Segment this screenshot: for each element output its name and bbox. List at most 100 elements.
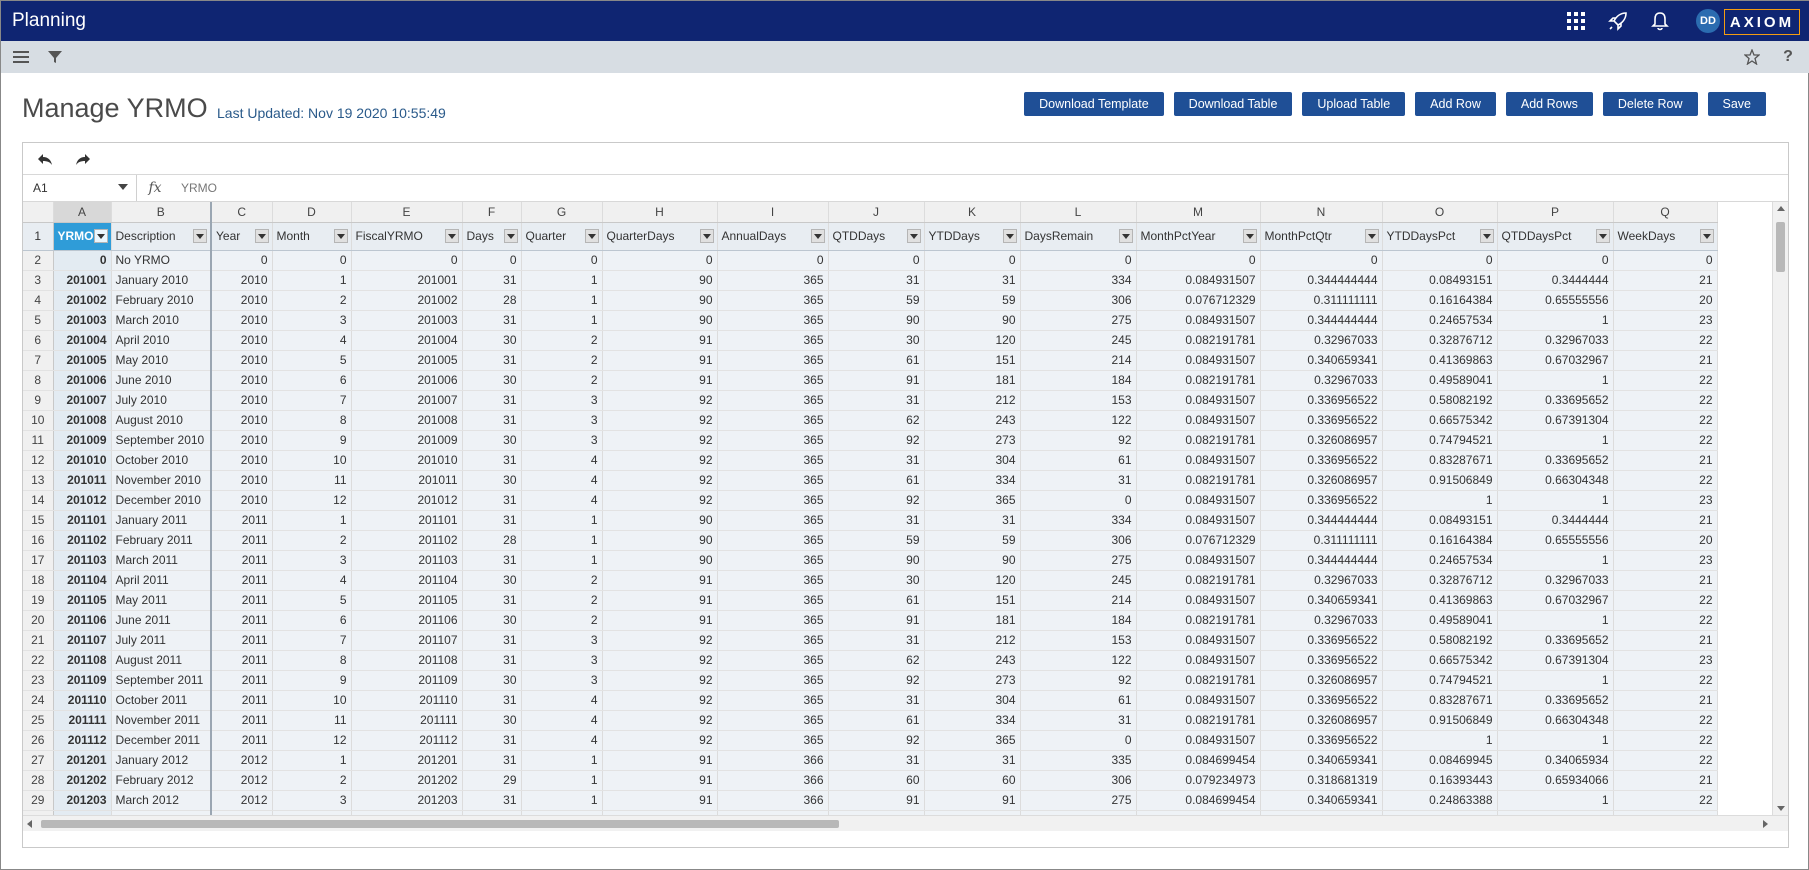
grid-cell[interactable]: 90 xyxy=(924,310,1021,331)
column-letter-header[interactable]: C xyxy=(211,202,273,223)
grid-cell[interactable]: 1 xyxy=(521,270,603,291)
grid-cell[interactable]: 92 xyxy=(828,490,925,511)
grid-cell[interactable]: 31 xyxy=(1020,710,1137,731)
grid-cell[interactable]: 31 xyxy=(924,270,1021,291)
grid-cell[interactable]: 201105 xyxy=(351,590,463,611)
grid-cell[interactable]: 365 xyxy=(717,650,829,671)
grid-cell[interactable]: 2011 xyxy=(211,610,273,631)
grid-cell[interactable]: 0 xyxy=(828,250,925,271)
column-filter-dropdown-icon[interactable] xyxy=(699,228,714,243)
grid-cell[interactable]: 306 xyxy=(1020,290,1137,311)
column-header-cell[interactable]: Year xyxy=(211,222,273,251)
grid-cell[interactable]: 0 xyxy=(1613,250,1718,271)
grid-cell[interactable]: October 2011 xyxy=(111,690,212,711)
grid-cell[interactable]: 2010 xyxy=(211,410,273,431)
grid-cell[interactable]: 92 xyxy=(602,450,718,471)
grid-cell[interactable]: 92 xyxy=(602,690,718,711)
grid-cell[interactable]: 0.66575342 xyxy=(1382,410,1498,431)
grid-cell[interactable]: 201001 xyxy=(351,270,463,291)
grid-cell[interactable]: 0.084931507 xyxy=(1136,390,1261,411)
grid-cell[interactable]: 201111 xyxy=(53,710,112,731)
row-number[interactable]: 14 xyxy=(23,490,54,511)
grid-cell[interactable]: 365 xyxy=(717,310,829,331)
grid-cell[interactable]: 184 xyxy=(1020,610,1137,631)
grid-cell[interactable]: 0.91506849 xyxy=(1382,470,1498,491)
grid-cell[interactable]: 2 xyxy=(272,770,352,791)
grid-cell[interactable]: 201202 xyxy=(53,770,112,791)
grid-cell[interactable]: 0.084931507 xyxy=(1136,410,1261,431)
grid-cell[interactable]: 151 xyxy=(924,350,1021,371)
grid-cell[interactable]: 4 xyxy=(521,690,603,711)
grid-cell[interactable]: 0.74794521 xyxy=(1382,670,1498,691)
grid-cell[interactable]: 20 xyxy=(1613,530,1718,551)
grid-cell[interactable]: January 2012 xyxy=(111,750,212,771)
grid-cell[interactable]: 365 xyxy=(717,510,829,531)
row-number[interactable]: 28 xyxy=(23,770,54,791)
grid-cell[interactable]: 212 xyxy=(924,390,1021,411)
grid-cell[interactable]: 0.32967033 xyxy=(1260,330,1383,351)
grid-cell[interactable]: 273 xyxy=(924,670,1021,691)
grid-cell[interactable]: 0.336956522 xyxy=(1260,730,1383,751)
grid-cell[interactable]: 0.082191781 xyxy=(1136,370,1261,391)
grid-cell[interactable]: 335 xyxy=(1020,750,1137,771)
grid-cell[interactable]: 201007 xyxy=(351,390,463,411)
column-letter-header[interactable]: I xyxy=(717,202,829,223)
grid-cell[interactable]: 153 xyxy=(1020,630,1137,651)
grid-cell[interactable]: 92 xyxy=(602,470,718,491)
grid-cell[interactable]: 0.340659341 xyxy=(1260,590,1383,611)
grid-cell[interactable]: 201110 xyxy=(351,690,463,711)
grid-cell[interactable]: 1 xyxy=(272,750,352,771)
column-header-cell[interactable]: Quarter xyxy=(521,222,603,251)
grid-cell[interactable]: 2011 xyxy=(211,590,273,611)
grid-cell[interactable]: 0 xyxy=(53,250,112,271)
grid-cell[interactable]: 201010 xyxy=(53,450,112,471)
grid-cell[interactable]: 365 xyxy=(717,390,829,411)
scroll-right-icon[interactable] xyxy=(1763,820,1768,828)
grid-cell[interactable]: 23 xyxy=(1613,310,1718,331)
add-row-button[interactable]: Add Row xyxy=(1415,92,1496,116)
grid-cell[interactable]: 23 xyxy=(1613,650,1718,671)
grid-cell[interactable]: 8 xyxy=(272,650,352,671)
grid-cell[interactable]: 2011 xyxy=(211,510,273,531)
grid-cell[interactable]: 0.344444444 xyxy=(1260,510,1383,531)
grid-cell[interactable]: February 2011 xyxy=(111,530,212,551)
grid-cell[interactable]: 0.084931507 xyxy=(1136,490,1261,511)
grid-cell[interactable]: 2 xyxy=(272,290,352,311)
grid-cell[interactable]: 365 xyxy=(924,730,1021,751)
grid-cell[interactable]: March 2010 xyxy=(111,310,212,331)
grid-cell[interactable]: 1 xyxy=(1497,790,1614,811)
grid-cell[interactable]: 275 xyxy=(1020,790,1137,811)
grid-cell[interactable]: 0.084931507 xyxy=(1136,350,1261,371)
grid-cell[interactable]: 92 xyxy=(1020,430,1137,451)
grid-cell[interactable]: 120 xyxy=(924,570,1021,591)
grid-cell[interactable]: 0.336956522 xyxy=(1260,490,1383,511)
column-header-cell[interactable]: WeekDays xyxy=(1613,222,1718,251)
grid-cell[interactable]: 90 xyxy=(828,310,925,331)
column-letter-header[interactable]: N xyxy=(1260,202,1383,223)
grid-cell[interactable]: 61 xyxy=(1020,450,1137,471)
grid-cell[interactable]: 91 xyxy=(602,750,718,771)
row-number[interactable]: 10 xyxy=(23,410,54,431)
grid-cell[interactable]: 22 xyxy=(1613,710,1718,731)
download-template-button[interactable]: Download Template xyxy=(1024,92,1164,116)
grid-cell[interactable]: 201006 xyxy=(53,370,112,391)
grid-cell[interactable]: 365 xyxy=(717,570,829,591)
grid-cell[interactable]: 0 xyxy=(272,250,352,271)
filter-icon[interactable] xyxy=(43,45,67,69)
grid-cell[interactable]: 0.326086957 xyxy=(1260,430,1383,451)
grid-cell[interactable]: 1 xyxy=(1497,430,1614,451)
grid-cell[interactable]: 30 xyxy=(462,430,522,451)
grid-cell[interactable]: 9 xyxy=(272,430,352,451)
grid-cell[interactable]: 0.67032967 xyxy=(1497,590,1614,611)
grid-cell[interactable]: 201001 xyxy=(53,270,112,291)
grid-cell[interactable]: 0.336956522 xyxy=(1260,650,1383,671)
grid-cell[interactable]: 1 xyxy=(1382,730,1498,751)
grid-cell[interactable]: 365 xyxy=(717,690,829,711)
grid-cell[interactable]: 0 xyxy=(602,250,718,271)
app-title[interactable]: Planning xyxy=(12,10,86,32)
column-filter-dropdown-icon[interactable] xyxy=(810,228,825,243)
grid-cell[interactable]: 31 xyxy=(828,690,925,711)
grid-cell[interactable]: 2010 xyxy=(211,490,273,511)
grid-cell[interactable]: 1 xyxy=(1497,370,1614,391)
grid-cell[interactable]: 23 xyxy=(1613,550,1718,571)
